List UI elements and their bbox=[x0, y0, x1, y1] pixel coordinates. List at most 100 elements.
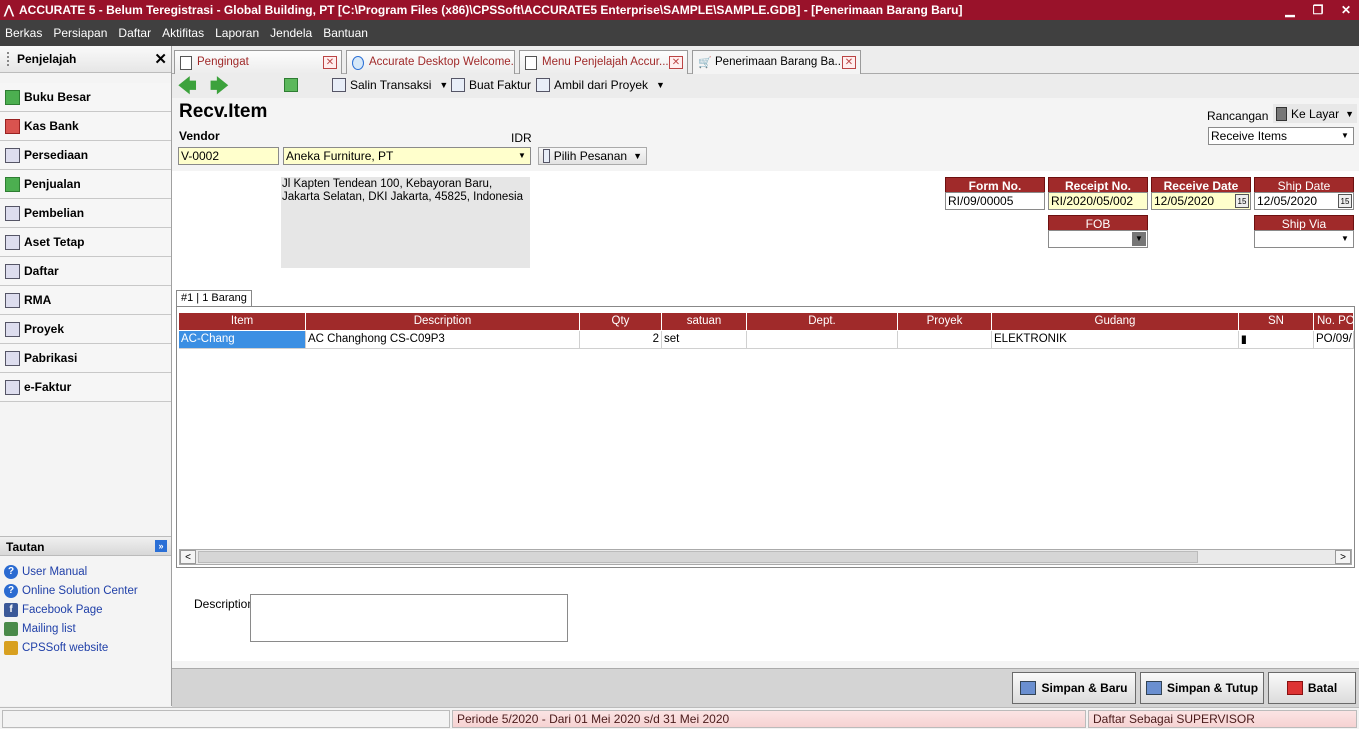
collapse-chevron-icon[interactable]: » bbox=[155, 540, 167, 552]
ke-layar-button[interactable]: Ke Layar ▼ bbox=[1273, 104, 1357, 123]
sidebar-item-aset-tetap[interactable]: Aset Tetap bbox=[0, 228, 171, 257]
sidebar-item-kas-bank[interactable]: Kas Bank bbox=[0, 112, 171, 141]
menu-laporan[interactable]: Laporan bbox=[215, 26, 259, 40]
form-toolbar: 🡄 🡆 Salin Transaksi ▼ Buat Faktur Ambil d… bbox=[172, 74, 1359, 98]
scroll-right-icon[interactable]: > bbox=[1335, 550, 1351, 564]
sidebar-item-penjualan[interactable]: Penjualan bbox=[0, 170, 171, 199]
simpan-baru-label: Simpan & Baru bbox=[1041, 681, 1128, 695]
tab-penerimaan-barang[interactable]: 🛒 Penerimaan Barang Ba... ✕ bbox=[692, 50, 861, 74]
salin-transaksi-button[interactable]: Salin Transaksi ▼ bbox=[332, 78, 448, 92]
sidebar-item-proyek[interactable]: Proyek bbox=[0, 315, 171, 344]
link-cpssoft-website[interactable]: CPSSoft website bbox=[0, 638, 171, 657]
tab-close-icon[interactable]: ✕ bbox=[323, 56, 337, 69]
cell-no-po[interactable]: PO/09/ bbox=[1314, 331, 1354, 349]
action-bar: Simpan & Baru Simpan & Tutup Batal bbox=[172, 668, 1359, 707]
restore-button[interactable]: ❐ bbox=[1311, 2, 1325, 18]
chevron-down-icon[interactable]: ▼ bbox=[633, 151, 642, 161]
chevron-down-icon[interactable]: ▼ bbox=[656, 80, 665, 90]
sidebar-item-persediaan[interactable]: Persediaan bbox=[0, 141, 171, 170]
sidebar-item-e-faktur[interactable]: e-Faktur bbox=[0, 373, 171, 402]
chevron-down-icon[interactable]: ▼ bbox=[515, 149, 529, 163]
col-header-proyek[interactable]: Proyek bbox=[898, 313, 992, 330]
simpan-tutup-button[interactable]: Simpan & Tutup bbox=[1140, 672, 1264, 704]
link-online-solution-center[interactable]: ? Online Solution Center bbox=[0, 581, 171, 600]
menu-bar: Berkas Persiapan Daftar Aktifitas Lapora… bbox=[0, 20, 1359, 46]
menu-jendela[interactable]: Jendela bbox=[270, 26, 312, 40]
sidebar-item-buku-besar[interactable]: Buku Besar bbox=[0, 83, 171, 112]
tab-menu-penjelajah[interactable]: Menu Penjelajah Accur... ✕ bbox=[519, 50, 688, 74]
vendor-code-field[interactable]: V-0002 bbox=[178, 147, 279, 165]
col-header-sn[interactable]: SN bbox=[1239, 313, 1314, 330]
cell-dept[interactable] bbox=[747, 331, 898, 349]
calendar-icon[interactable]: 15 bbox=[1338, 194, 1352, 208]
batal-button[interactable]: Batal bbox=[1268, 672, 1356, 704]
link-label: CPSSoft website bbox=[22, 641, 109, 654]
col-header-satuan[interactable]: satuan bbox=[662, 313, 747, 330]
sidebar-item-pembelian[interactable]: Pembelian bbox=[0, 199, 171, 228]
ship-via-select[interactable]: ▼ bbox=[1254, 230, 1354, 248]
col-header-no-po[interactable]: No. PO bbox=[1314, 313, 1354, 330]
menu-berkas[interactable]: Berkas bbox=[5, 26, 42, 40]
link-mailing-list[interactable]: Mailing list bbox=[0, 619, 171, 638]
buat-faktur-button[interactable]: Buat Faktur bbox=[451, 78, 531, 92]
chevron-down-icon[interactable]: ▼ bbox=[439, 80, 448, 90]
col-header-qty[interactable]: Qty bbox=[580, 313, 662, 330]
status-periode: Periode 5/2020 - Dari 01 Mei 2020 s/d 31… bbox=[452, 710, 1086, 728]
sidebar-close-icon[interactable]: ✕ bbox=[154, 50, 167, 68]
ship-date-field[interactable]: 12/05/2020 15 bbox=[1254, 192, 1354, 210]
rma-icon bbox=[5, 292, 20, 308]
calendar-icon[interactable]: 15 bbox=[1235, 194, 1249, 208]
tab-close-icon[interactable]: ✕ bbox=[842, 56, 856, 69]
vendor-label: Vendor bbox=[179, 129, 220, 143]
menu-bantuan[interactable]: Bantuan bbox=[323, 26, 368, 40]
col-header-item[interactable]: Item bbox=[179, 313, 306, 330]
cell-proyek[interactable] bbox=[898, 331, 992, 349]
tab-pengingat[interactable]: Pengingat ✕ bbox=[174, 50, 342, 74]
template-select[interactable]: Receive Items ▼ bbox=[1208, 127, 1354, 145]
chevron-down-icon[interactable]: ▼ bbox=[1338, 129, 1352, 143]
copy-icon[interactable] bbox=[284, 78, 302, 92]
barcode-icon[interactable]: ||||||||||| bbox=[1239, 331, 1314, 349]
fob-select[interactable]: ▼ bbox=[1048, 230, 1148, 248]
menu-persiapan[interactable]: Persiapan bbox=[53, 26, 107, 40]
scroll-thumb[interactable] bbox=[198, 551, 1198, 563]
close-window-button[interactable]: ✕ bbox=[1339, 2, 1353, 18]
description-field[interactable] bbox=[250, 594, 568, 642]
minimize-button[interactable]: ▁ bbox=[1283, 2, 1297, 18]
col-header-gudang[interactable]: Gudang bbox=[992, 313, 1239, 330]
grip-icon[interactable] bbox=[7, 52, 11, 66]
link-facebook-page[interactable]: f Facebook Page bbox=[0, 600, 171, 619]
cell-item[interactable]: AC-Chang bbox=[179, 331, 306, 349]
menu-daftar[interactable]: Daftar bbox=[118, 26, 151, 40]
col-header-dept[interactable]: Dept. bbox=[747, 313, 898, 330]
simpan-baru-button[interactable]: Simpan & Baru bbox=[1012, 672, 1136, 704]
cart-icon bbox=[5, 205, 20, 221]
col-header-description[interactable]: Description bbox=[306, 313, 580, 330]
chevron-down-icon[interactable]: ▼ bbox=[1338, 232, 1352, 246]
chevron-down-icon[interactable]: ▼ bbox=[1132, 232, 1146, 246]
form-no-field[interactable]: RI/09/00005 bbox=[945, 192, 1045, 210]
pilih-pesanan-button[interactable]: Pilih Pesanan ▼ bbox=[538, 147, 647, 165]
ambil-dari-proyek-button[interactable]: Ambil dari Proyek ▼ bbox=[536, 78, 665, 92]
receive-date-field[interactable]: 12/05/2020 15 bbox=[1151, 192, 1251, 210]
receipt-no-field[interactable]: RI/2020/05/002 bbox=[1048, 192, 1148, 210]
tab-accurate-desktop-welcome[interactable]: Accurate Desktop Welcome... bbox=[346, 50, 515, 74]
sidebar-item-label: Buku Besar bbox=[24, 90, 91, 104]
horizontal-scrollbar[interactable]: < > bbox=[179, 549, 1352, 565]
grid-tab-items[interactable]: #1 | 1 Barang bbox=[176, 290, 252, 307]
cell-satuan[interactable]: set bbox=[662, 331, 747, 349]
scroll-left-icon[interactable]: < bbox=[180, 550, 196, 564]
link-user-manual[interactable]: ? User Manual bbox=[0, 562, 171, 581]
facebook-icon: f bbox=[4, 602, 18, 617]
vendor-name-field[interactable]: Aneka Furniture, PT ▼ bbox=[283, 147, 531, 165]
menu-aktifitas[interactable]: Aktifitas bbox=[162, 26, 204, 40]
cell-description[interactable]: AC Changhong CS-C09P3 bbox=[306, 331, 580, 349]
cell-gudang[interactable]: ELEKTRONIK bbox=[992, 331, 1239, 349]
tab-close-icon[interactable]: ✕ bbox=[669, 56, 683, 69]
sidebar-item-rma[interactable]: RMA bbox=[0, 286, 171, 315]
cell-qty[interactable]: 2 bbox=[580, 331, 662, 349]
chevron-down-icon[interactable]: ▼ bbox=[1345, 109, 1354, 119]
sidebar-item-daftar[interactable]: Daftar bbox=[0, 257, 171, 286]
table-row[interactable]: AC-Chang AC Changhong CS-C09P3 2 set ELE… bbox=[179, 331, 1354, 349]
sidebar-item-pabrikasi[interactable]: Pabrikasi bbox=[0, 344, 171, 373]
